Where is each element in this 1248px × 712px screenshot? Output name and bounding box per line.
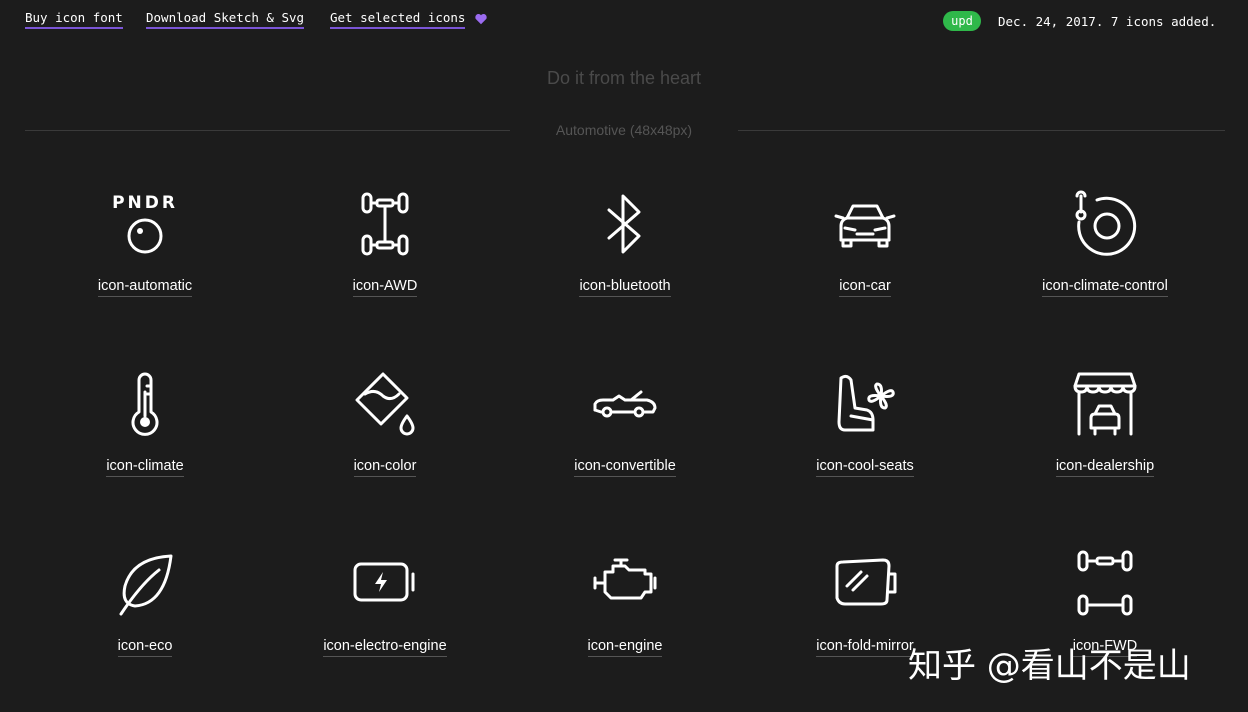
icon-cell-climate-control[interactable]: icon-climate-control bbox=[985, 150, 1225, 330]
icon-label: icon-eco bbox=[25, 638, 265, 657]
icon-cell-climate[interactable]: icon-climate bbox=[25, 330, 265, 510]
update-badge: upd bbox=[943, 11, 981, 31]
mirror-icon bbox=[835, 558, 897, 606]
icon-cell-cool-seats[interactable]: icon-cool-seats bbox=[745, 330, 985, 510]
icon-label: icon-cool-seats bbox=[745, 458, 985, 477]
icon-label: icon-electro-engine bbox=[265, 638, 505, 657]
awd-axle-icon bbox=[361, 192, 409, 256]
tagline: Do it from the heart bbox=[546, 68, 702, 88]
heart-icon bbox=[475, 14, 487, 25]
icon-cell-automatic[interactable]: PNDR icon-automatic bbox=[25, 150, 265, 330]
seat-fan-icon bbox=[837, 374, 895, 432]
icon-cell-convertible[interactable]: icon-convertible bbox=[505, 330, 745, 510]
update-text: Dec. 24, 2017. 7 icons added. bbox=[998, 14, 1217, 29]
icon-label: icon-car bbox=[745, 278, 985, 297]
leaf-icon bbox=[119, 554, 173, 616]
engine-icon bbox=[593, 558, 657, 600]
icon-label: icon-dealership bbox=[985, 458, 1225, 477]
buy-icon-font-link[interactable]: Buy icon font bbox=[25, 10, 123, 29]
section-divider-left bbox=[25, 130, 510, 131]
top-bar: Buy icon font Download Sketch & Svg Get … bbox=[0, 0, 1248, 40]
icon-label: icon-automatic bbox=[25, 278, 265, 297]
icon-cell-bluetooth[interactable]: icon-bluetooth bbox=[505, 150, 745, 330]
bluetooth-icon bbox=[607, 194, 641, 254]
icon-cell-engine[interactable]: icon-engine bbox=[505, 510, 745, 690]
svg-text:PNDR: PNDR bbox=[112, 193, 178, 213]
thermometer-icon bbox=[131, 372, 159, 436]
icon-label: icon-AWD bbox=[265, 278, 505, 297]
dealership-icon bbox=[1073, 372, 1137, 436]
icon-cell-color[interactable]: icon-color bbox=[265, 330, 505, 510]
icon-cell-eco[interactable]: icon-eco bbox=[25, 510, 265, 690]
watermark: 知乎 @看山不是山 bbox=[908, 646, 1191, 686]
icon-label: icon-convertible bbox=[505, 458, 745, 477]
battery-icon bbox=[353, 562, 415, 602]
icon-cell-car[interactable]: icon-car bbox=[745, 150, 985, 330]
download-sketch-svg-link[interactable]: Download Sketch & Svg bbox=[146, 10, 305, 29]
icon-label: icon-color bbox=[265, 458, 505, 477]
icon-label: icon-engine bbox=[505, 638, 745, 657]
gear-shift-icon: PNDR bbox=[112, 193, 178, 254]
convertible-car-icon bbox=[593, 390, 657, 418]
icon-cell-dealership[interactable]: icon-dealership bbox=[985, 330, 1225, 510]
paint-bucket-icon bbox=[355, 372, 415, 436]
get-selected-icons-link[interactable]: Get selected icons bbox=[330, 10, 466, 29]
icon-cell-electro-engine[interactable]: icon-electro-engine bbox=[265, 510, 505, 690]
icon-label: icon-climate bbox=[25, 458, 265, 477]
car-icon bbox=[834, 204, 896, 248]
icon-label: icon-bluetooth bbox=[505, 278, 745, 297]
climate-control-icon bbox=[1075, 190, 1137, 256]
fwd-axle-icon bbox=[1077, 550, 1133, 616]
section-title: Automotive (48x48px) bbox=[555, 122, 693, 138]
section-divider-right bbox=[738, 130, 1225, 131]
icon-cell-awd[interactable]: icon-AWD bbox=[265, 150, 505, 330]
icon-label: icon-climate-control bbox=[985, 278, 1225, 297]
